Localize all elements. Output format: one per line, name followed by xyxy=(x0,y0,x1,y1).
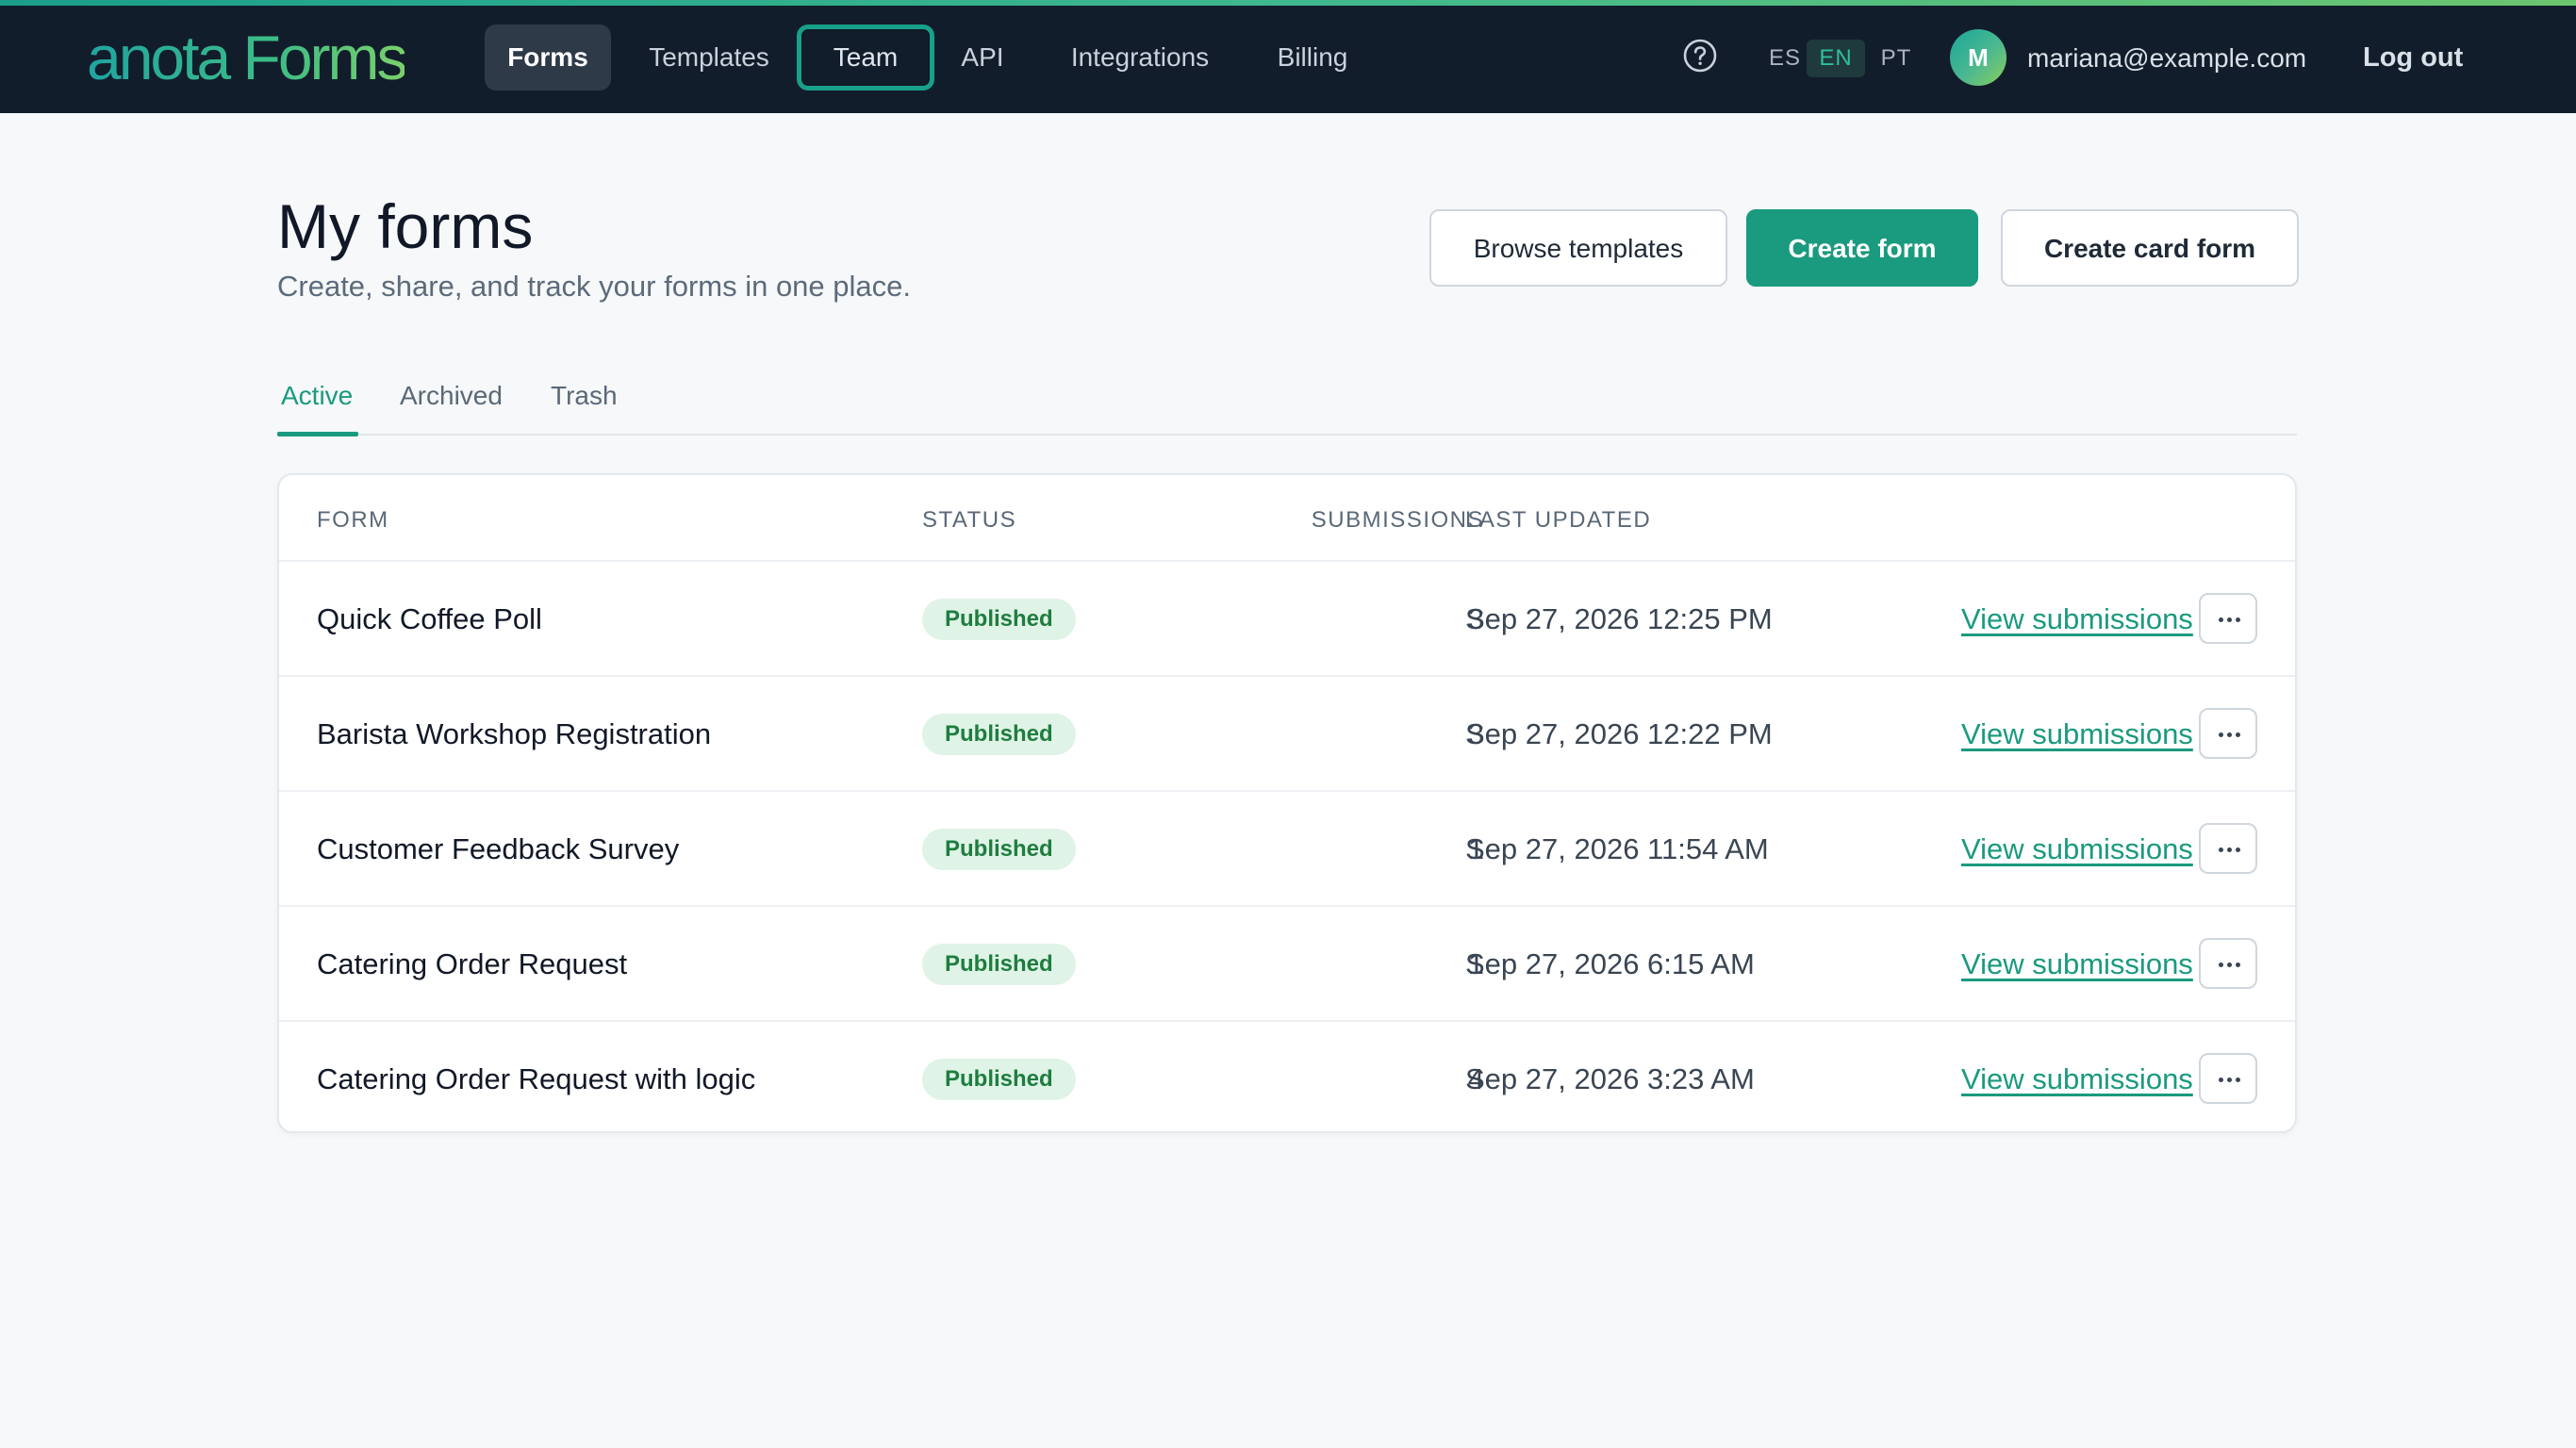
language-es[interactable]: ES xyxy=(1761,40,1808,77)
view-submissions-link[interactable]: View submissions xyxy=(1961,1022,2193,1137)
submission-count: 1 xyxy=(1467,832,1484,865)
more-options-button[interactable] xyxy=(2199,1053,2257,1104)
forms-table: FORM STATUS SUBMISSIONS LAST UPDATED Qui… xyxy=(277,473,2297,1133)
form-name[interactable]: Quick Coffee Poll xyxy=(317,562,542,677)
last-updated-date: Sep 27, 2026 12:22 PM xyxy=(1465,717,1773,750)
form-name[interactable]: Barista Workshop Registration xyxy=(317,677,711,792)
avatar[interactable]: M xyxy=(1950,29,2006,86)
more-options-button[interactable] xyxy=(2199,823,2257,874)
submission-count: 4 xyxy=(1467,1062,1484,1095)
page-subtitle: Create, share, and track your forms in o… xyxy=(277,270,911,303)
last-updated-date: Sep 27, 2026 6:15 AM xyxy=(1465,947,1755,980)
top-navigation-bar: anota Forms Forms Templates Team API Int… xyxy=(0,0,2576,113)
table-row: Catering Order Request Published 1 Sep 2… xyxy=(279,905,2295,1022)
last-updated-date: Sep 27, 2026 11:54 AM xyxy=(1465,832,1769,865)
nav-templates[interactable]: Templates xyxy=(634,25,784,90)
browse-templates-button[interactable]: Browse templates xyxy=(1429,209,1727,287)
more-options-button[interactable] xyxy=(2199,938,2257,989)
active-tab-indicator xyxy=(277,432,358,436)
column-header-submissions: SUBMISSIONS xyxy=(1311,507,1484,533)
status-badge: Published xyxy=(922,599,1076,640)
tab-trash[interactable]: Trash xyxy=(551,375,618,417)
nav-forms[interactable]: Forms xyxy=(485,25,611,90)
status-badge: Published xyxy=(922,944,1076,985)
more-options-button[interactable] xyxy=(2199,708,2257,759)
help-circle-icon[interactable] xyxy=(1682,38,1718,74)
form-name[interactable]: Customer Feedback Survey xyxy=(317,792,679,907)
view-submissions-link[interactable]: View submissions xyxy=(1961,562,2193,677)
user-email[interactable]: mariana@example.com xyxy=(2027,40,2306,77)
view-submissions-link[interactable]: View submissions xyxy=(1961,907,2193,1022)
view-submissions-link[interactable]: View submissions xyxy=(1961,677,2193,792)
column-header-form: FORM xyxy=(317,507,389,533)
tabs-divider xyxy=(277,434,2297,436)
topbar-accent-strip xyxy=(0,0,2576,6)
table-row: Quick Coffee Poll Published 3 Sep 27, 20… xyxy=(279,560,2295,677)
brand-logo-text: anota Forms xyxy=(87,23,407,92)
nav-integrations[interactable]: Integrations xyxy=(1052,25,1228,90)
column-header-status: STATUS xyxy=(922,507,1017,533)
last-updated-date: Sep 27, 2026 3:23 AM xyxy=(1465,1062,1755,1095)
table-row: Catering Order Request with logic Publis… xyxy=(279,1020,2295,1137)
submission-count: 3 xyxy=(1467,602,1484,635)
table-row: Barista Workshop Registration Published … xyxy=(279,675,2295,792)
submission-count: 3 xyxy=(1467,717,1484,750)
form-name[interactable]: Catering Order Request with logic xyxy=(317,1022,755,1137)
status-badge: Published xyxy=(922,1059,1076,1100)
brand-logo[interactable]: anota Forms xyxy=(87,23,407,92)
more-options-button[interactable] xyxy=(2199,593,2257,644)
view-submissions-link[interactable]: View submissions xyxy=(1961,792,2193,907)
create-form-button[interactable]: Create form xyxy=(1746,209,1978,287)
table-row: Customer Feedback Survey Published 1 Sep… xyxy=(279,790,2295,907)
nav-billing[interactable]: Billing xyxy=(1258,25,1367,90)
status-badge: Published xyxy=(922,829,1076,870)
tab-active[interactable]: Active xyxy=(281,375,353,417)
language-pt[interactable]: PT xyxy=(1873,40,1920,77)
submission-count: 1 xyxy=(1467,947,1484,980)
create-card-form-button[interactable]: Create card form xyxy=(2001,209,2299,287)
logout-button[interactable]: Log out xyxy=(2363,36,2463,79)
tab-archived[interactable]: Archived xyxy=(400,375,503,417)
status-badge: Published xyxy=(922,714,1076,755)
language-en[interactable]: EN xyxy=(1807,40,1865,77)
page-title: My forms xyxy=(277,191,534,261)
last-updated-date: Sep 27, 2026 12:25 PM xyxy=(1465,602,1773,635)
form-name[interactable]: Catering Order Request xyxy=(317,907,627,1022)
nav-team[interactable]: Team xyxy=(797,25,934,90)
column-header-last-updated: LAST UPDATED xyxy=(1465,507,1652,533)
nav-api[interactable]: API xyxy=(947,25,1018,90)
